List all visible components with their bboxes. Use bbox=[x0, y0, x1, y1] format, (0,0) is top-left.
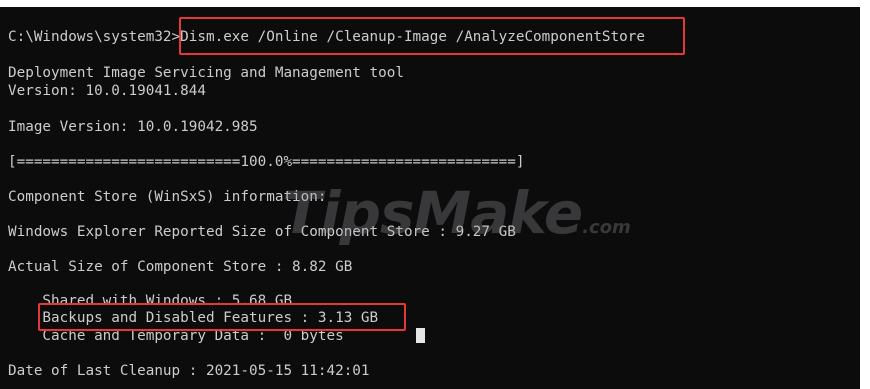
actual-size-line: Actual Size of Component Store : 8.82 GB bbox=[8, 259, 353, 275]
screenshot-frame: C:\Windows\system32>Dism.exe /Online /Cl… bbox=[0, 0, 870, 389]
explorer-reported-size-line: Windows Explorer Reported Size of Compon… bbox=[8, 224, 516, 240]
last-cleanup-line: Date of Last Cleanup : 2021-05-15 11:42:… bbox=[8, 363, 370, 379]
component-store-info-line: Component Store (WinSxS) information: bbox=[8, 189, 327, 205]
prompt-path: C:\Windows\system32> bbox=[8, 29, 181, 45]
image-version-line: Image Version: 10.0.19042.985 bbox=[8, 119, 258, 135]
progress-bar-line: [==========================100.0%=======… bbox=[8, 154, 525, 170]
command-highlight-box bbox=[179, 17, 685, 55]
tool-version-line: Version: 10.0.19041.844 bbox=[8, 83, 206, 99]
command-prompt-window[interactable]: C:\Windows\system32>Dism.exe /Online /Cl… bbox=[0, 7, 860, 389]
text-cursor bbox=[416, 328, 425, 343]
tool-name-line: Deployment Image Servicing and Managemen… bbox=[8, 65, 404, 81]
backups-highlight-box bbox=[38, 303, 406, 331]
